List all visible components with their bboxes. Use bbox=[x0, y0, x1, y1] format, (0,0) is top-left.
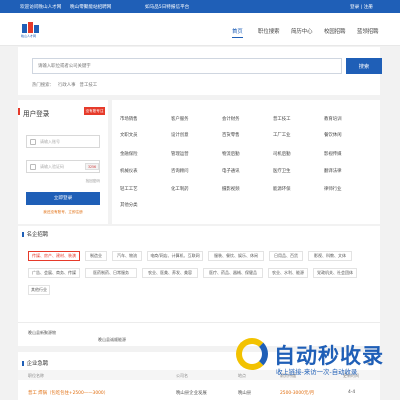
category-item[interactable]: 轻工工艺 bbox=[120, 186, 138, 192]
login-title: 用户登录 bbox=[23, 110, 50, 118]
industry-title: 名企招聘 bbox=[22, 230, 48, 238]
industry-tag[interactable]: 其他行业 bbox=[28, 285, 50, 295]
nav-resume-center[interactable]: 简历中心 bbox=[291, 27, 313, 35]
category-item[interactable]: 文职文员 bbox=[120, 132, 138, 138]
watermark: 自动秒收录 收上链接-来访一次-自动收录 bbox=[236, 334, 396, 380]
nav-active-indicator bbox=[232, 37, 243, 38]
nav-campus-recruit[interactable]: 校园招聘 bbox=[324, 27, 346, 35]
watermark-logo-icon bbox=[236, 338, 268, 370]
company-link[interactable]: 晚山县诚顺能源 bbox=[98, 337, 126, 343]
job-salary: 2500-3000元/月 bbox=[280, 391, 315, 396]
login-register-links[interactable]: 登录 | 注册 bbox=[350, 4, 373, 10]
captcha-field[interactable]: 请输入验证码 3256 bbox=[26, 160, 100, 173]
category-item[interactable]: 律师行业 bbox=[324, 186, 342, 192]
category-item[interactable]: 能源环保 bbox=[273, 186, 291, 192]
industry-tag[interactable]: 服装、餐饮、娱乐、休闲 bbox=[208, 251, 264, 261]
category-item[interactable]: 教育培训 bbox=[324, 116, 342, 122]
category-item[interactable]: 普工技工 bbox=[273, 116, 291, 122]
user-icon bbox=[30, 138, 36, 145]
lock-icon bbox=[30, 163, 36, 170]
industry-tag[interactable]: 医药制药、日常服务 bbox=[85, 268, 137, 278]
search-input[interactable] bbox=[32, 58, 342, 74]
industry-tag[interactable]: 传媒、房产、建材、装潢 bbox=[28, 251, 80, 261]
col-header: 职位名称 bbox=[28, 372, 44, 378]
job-location: 晚山县 bbox=[238, 391, 252, 396]
job-title[interactable]: 普工 焊锅（包吃包住+2500——3000） bbox=[28, 390, 108, 396]
site-logo[interactable]: 晚山人才网 bbox=[21, 22, 41, 40]
category-item[interactable]: 管理运营 bbox=[171, 151, 189, 157]
category-item[interactable]: 工厂工业 bbox=[273, 132, 291, 138]
category-item[interactable]: 翻译法律 bbox=[324, 168, 342, 174]
industry-tag[interactable]: 影视、科教、文体 bbox=[308, 251, 352, 261]
nav-home[interactable]: 首页 bbox=[232, 27, 243, 35]
industry-tag[interactable]: 制造业 bbox=[85, 251, 107, 261]
category-item[interactable]: 医疗卫生 bbox=[273, 168, 291, 174]
hot-search-label: 热门搜索： bbox=[32, 83, 54, 88]
captcha-image[interactable]: 3256 bbox=[85, 163, 99, 170]
register-tag[interactable]: 没有账号注册 bbox=[84, 107, 105, 121]
industry-tag[interactable]: 医疗、药品、器械、保健品 bbox=[203, 268, 263, 278]
username-field[interactable]: 请输入账号 bbox=[26, 135, 100, 148]
job-company[interactable]: 晚山县企业发展 bbox=[176, 390, 207, 396]
category-item[interactable]: 化工制药 bbox=[171, 186, 189, 192]
site-name-link[interactable]: 晚山零聚能站招聘网 bbox=[70, 4, 111, 10]
industry-tag[interactable]: 汽车、物流 bbox=[112, 251, 142, 261]
top-bar: 欢迎访问晚山人才网 晚山零聚能站招聘网 如马品5日特报信平台 登录 | 注册 bbox=[0, 0, 400, 13]
company-link[interactable]: 晚山县新聚源物 bbox=[28, 330, 56, 336]
hot-term-worker[interactable]: 普工技工 bbox=[80, 83, 98, 88]
welcome-text: 欢迎访问晚山人才网 bbox=[20, 5, 62, 10]
category-item[interactable]: 设计创意 bbox=[171, 132, 189, 138]
category-item[interactable]: 餐饮休闲 bbox=[324, 132, 342, 138]
category-item[interactable]: 百货零售 bbox=[222, 132, 240, 138]
industry-tag[interactable]: 农业、医美、养发、美容 bbox=[142, 268, 198, 278]
industry-tag[interactable]: 日用品、百货 bbox=[269, 251, 303, 261]
category-item[interactable]: 其他分类 bbox=[120, 202, 138, 208]
jobs-title: 企业急聘 bbox=[22, 359, 48, 367]
hot-term-admin[interactable]: 行政人事 bbox=[58, 83, 76, 88]
category-item[interactable]: 电子通讯 bbox=[222, 168, 240, 174]
header: 晚山人才网 首页 职位搜索 简历中心 校园招聘 蓝领招聘 bbox=[0, 13, 400, 46]
industry-section: 名企招聘 传媒、房产、建材、装潢 制造业 汽车、物流 电商/网店、计算机、互联网… bbox=[18, 226, 380, 322]
login-button[interactable]: 立即登录 bbox=[26, 192, 100, 205]
nav-job-search[interactable]: 职位搜索 bbox=[258, 27, 280, 35]
job-categories: 市场销售 文职文员 金融保险 机械仪表 轻工工艺 其他分类 客户服务 设计创意 … bbox=[112, 100, 380, 224]
category-item[interactable]: 影视传媒 bbox=[324, 151, 342, 157]
register-link[interactable]: 我还没有账号，立即注册 bbox=[26, 210, 100, 215]
forgot-password-link[interactable]: 找回密码 bbox=[86, 179, 100, 184]
category-item[interactable]: 市场销售 bbox=[120, 116, 138, 122]
category-item[interactable]: 摄影视频 bbox=[222, 186, 240, 192]
category-item[interactable]: 咨询顾问 bbox=[171, 168, 189, 174]
job-date: 4-4 bbox=[348, 390, 356, 395]
nav-bluecollar-recruit[interactable]: 蓝领招聘 bbox=[357, 27, 379, 35]
watermark-title: 自动秒收录 bbox=[274, 344, 384, 368]
watermark-subtitle: 收上链接-来访一次-自动收录 bbox=[276, 368, 358, 376]
col-header: 公司名 bbox=[176, 372, 188, 378]
search-section: 搜索 热门搜索： 行政人事普工技工 bbox=[18, 47, 382, 95]
search-button[interactable]: 搜索 bbox=[346, 58, 382, 74]
login-panel: 用户登录 没有账号注册 请输入账号 请输入验证码 3256 找回密码 立即登录 … bbox=[18, 100, 108, 224]
category-item[interactable]: 机械仪表 bbox=[120, 168, 138, 174]
category-item[interactable]: 司机后勤 bbox=[273, 151, 291, 157]
industry-tag[interactable]: 党政机关、社会团体 bbox=[313, 268, 357, 278]
category-item[interactable]: 物流后勤 bbox=[222, 151, 240, 157]
industry-tag[interactable]: 广告、会展、商务、传媒 bbox=[28, 268, 80, 278]
hot-search: 热门搜索： 行政人事 普工技工 bbox=[32, 82, 97, 88]
slogan-link[interactable]: 如马品5日特报信平台 bbox=[145, 4, 189, 10]
category-item[interactable]: 会计财务 bbox=[222, 116, 240, 122]
category-item[interactable]: 金融保险 bbox=[120, 151, 138, 157]
industry-tag[interactable]: 农业、水利、能源 bbox=[268, 268, 308, 278]
category-item[interactable]: 客户服务 bbox=[171, 116, 189, 122]
industry-tag[interactable]: 电商/网店、计算机、互联网 bbox=[147, 251, 203, 261]
